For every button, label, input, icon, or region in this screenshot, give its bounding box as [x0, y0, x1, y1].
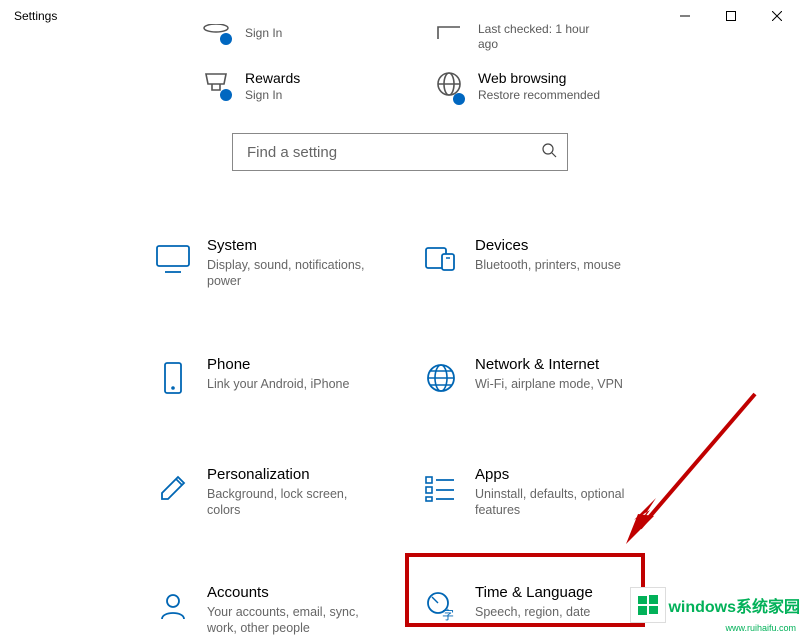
update-icon — [428, 24, 470, 44]
tile-time-sub: Speech, region, date — [475, 604, 593, 620]
close-button[interactable] — [754, 0, 800, 32]
tile-apps-title: Apps — [475, 466, 645, 483]
accounts-icon — [151, 584, 195, 628]
rewards-icon — [202, 70, 230, 99]
tile-personal-title: Personalization — [207, 466, 377, 483]
status-web-title: Web browsing — [478, 70, 600, 86]
tile-apps-sub: Uninstall, defaults, optional features — [475, 486, 645, 519]
tile-system[interactable]: System Display, sound, notifications, po… — [145, 233, 413, 294]
devices-icon — [419, 237, 463, 281]
watermark: windows系统家园 — [630, 587, 800, 623]
settings-grid: System Display, sound, notifications, po… — [0, 233, 800, 641]
status-signin-sub: Sign In — [245, 26, 282, 40]
web-icon — [435, 70, 463, 103]
tile-accounts-sub: Your accounts, email, sync, work, other … — [207, 604, 377, 637]
tile-phone-title: Phone — [207, 356, 349, 373]
window-title: Settings — [14, 9, 57, 23]
tile-accounts[interactable]: Accounts Your accounts, email, sync, wor… — [145, 580, 413, 641]
tile-personal-sub: Background, lock screen, colors — [207, 486, 377, 519]
search-box[interactable] — [232, 133, 568, 171]
window-controls — [662, 0, 800, 32]
tile-devices[interactable]: Devices Bluetooth, printers, mouse — [413, 233, 681, 294]
status-strip-2: Rewards Sign In Web browsing Restore rec… — [0, 70, 800, 103]
maximize-button[interactable] — [708, 0, 754, 32]
status-web[interactable]: Web browsing Restore recommended — [428, 70, 633, 103]
system-icon — [151, 237, 195, 281]
svg-text:字: 字 — [442, 607, 454, 622]
tile-system-sub: Display, sound, notifications, power — [207, 257, 377, 290]
watermark-logo-icon — [630, 587, 666, 623]
time-language-icon: 字 — [419, 584, 463, 628]
watermark-url: www.ruihaifu.com — [725, 623, 796, 633]
tile-system-title: System — [207, 237, 377, 254]
status-rewards[interactable]: Rewards Sign In — [195, 70, 400, 103]
tile-personalization[interactable]: Personalization Background, lock screen,… — [145, 462, 413, 523]
status-update-sub: Last checked: 1 hour ago — [478, 22, 608, 52]
search-input[interactable] — [247, 144, 541, 161]
watermark-text: windows系统家园 — [668, 593, 800, 617]
search-icon — [541, 142, 557, 163]
tile-apps[interactable]: Apps Uninstall, defaults, optional featu… — [413, 462, 681, 523]
tile-network-title: Network & Internet — [475, 356, 623, 373]
tile-devices-title: Devices — [475, 237, 621, 254]
tile-phone[interactable]: Phone Link your Android, iPhone — [145, 352, 413, 404]
apps-icon — [419, 466, 463, 510]
tile-devices-sub: Bluetooth, printers, mouse — [475, 257, 621, 273]
network-icon — [419, 356, 463, 400]
tile-network-sub: Wi-Fi, airplane mode, VPN — [475, 376, 623, 392]
status-signin[interactable]: Sign In — [195, 24, 400, 52]
status-web-sub: Restore recommended — [478, 88, 600, 103]
personalization-icon — [151, 466, 195, 510]
tile-accounts-title: Accounts — [207, 584, 377, 601]
status-rewards-title: Rewards — [245, 70, 300, 86]
signin-icon — [202, 24, 230, 43]
tile-time-title: Time & Language — [475, 584, 593, 601]
phone-icon — [151, 356, 195, 400]
tile-network[interactable]: Network & Internet Wi-Fi, airplane mode,… — [413, 352, 681, 404]
tile-phone-sub: Link your Android, iPhone — [207, 376, 349, 392]
search-wrap — [0, 133, 800, 171]
status-rewards-sub: Sign In — [245, 88, 300, 102]
status-update[interactable]: Last checked: 1 hour ago — [428, 24, 633, 52]
minimize-button[interactable] — [662, 0, 708, 32]
